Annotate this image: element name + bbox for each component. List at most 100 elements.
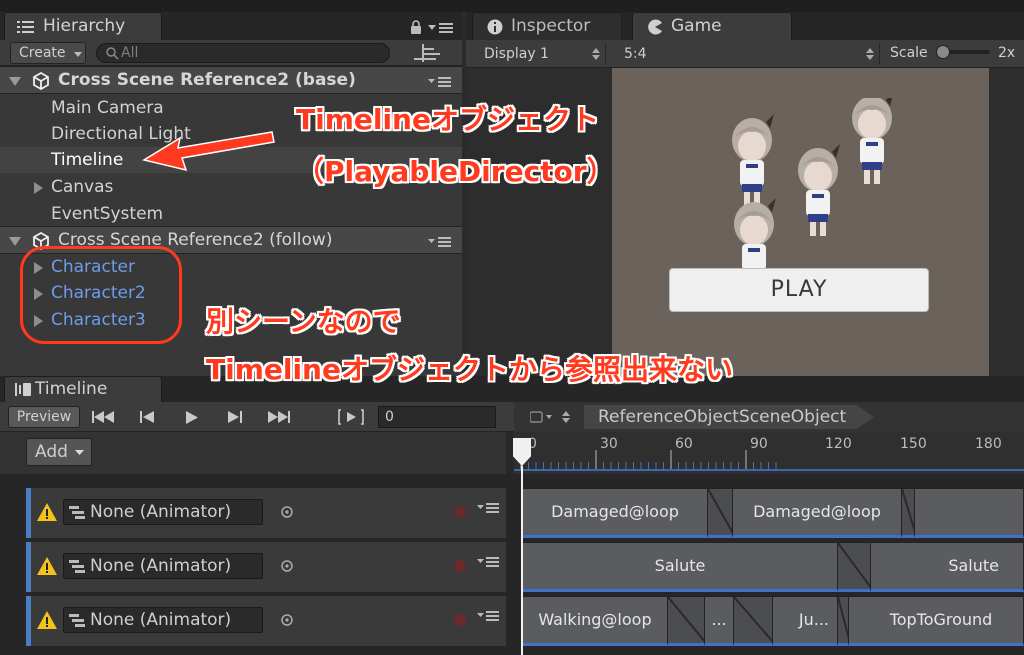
object-picker-icon[interactable] bbox=[280, 613, 294, 627]
object-picker-icon[interactable] bbox=[530, 411, 570, 423]
clip-label: TopToGround bbox=[889, 610, 993, 629]
animator-icon bbox=[69, 506, 85, 520]
tab-timeline-label: Timeline bbox=[35, 379, 108, 399]
scene-menu-icon[interactable] bbox=[428, 76, 452, 88]
binding-label: None (Animator) bbox=[90, 556, 232, 576]
scale-slider[interactable] bbox=[936, 45, 990, 59]
preview-button[interactable]: Preview bbox=[8, 406, 80, 428]
track-menu-icon[interactable] bbox=[477, 502, 499, 514]
animator-binding-field[interactable]: None (Animator) bbox=[63, 607, 263, 633]
record-icon[interactable] bbox=[453, 559, 467, 573]
tab-inspector-label: Inspector bbox=[511, 16, 591, 36]
frame-field[interactable]: 0 bbox=[378, 406, 496, 428]
display-dropdown[interactable]: Display 1 bbox=[474, 43, 606, 65]
play-button[interactable]: PLAY bbox=[669, 268, 929, 312]
play-icon[interactable] bbox=[186, 411, 198, 424]
clip-blend bbox=[707, 488, 733, 538]
scale-label: Scale bbox=[890, 45, 928, 61]
animation-clip[interactable]: ... bbox=[704, 596, 734, 646]
track-menu-icon[interactable] bbox=[477, 610, 499, 622]
search-placeholder: All bbox=[121, 45, 139, 61]
dropdown-arrow-icon bbox=[74, 52, 82, 57]
tab-hierarchy-label: Hierarchy bbox=[43, 16, 126, 36]
binding-label: None (Animator) bbox=[90, 502, 232, 522]
timeline-toolbar: Preview 0 ReferenceObjectSceneObject bbox=[0, 402, 1024, 432]
lock-icon[interactable] bbox=[410, 20, 422, 34]
tab-timeline[interactable]: Timeline bbox=[4, 376, 162, 402]
updown-arrows-icon bbox=[592, 48, 600, 60]
annotation-other-line1: 別シーンなので bbox=[206, 305, 401, 338]
item-label: Timeline bbox=[51, 150, 124, 170]
scene-title-base: Cross Scene Reference2 (base) bbox=[58, 70, 356, 90]
warning-icon bbox=[37, 611, 57, 629]
animation-track[interactable]: None (Animator) bbox=[26, 596, 506, 646]
jump-to-start-icon[interactable] bbox=[92, 411, 114, 423]
annotation-timeline-line1: Timelineオブジェクト bbox=[296, 103, 599, 136]
preview-label: Preview bbox=[16, 409, 72, 425]
animation-track[interactable]: None (Animator) bbox=[26, 488, 506, 538]
updown-arrows-icon bbox=[866, 48, 874, 60]
create-dropdown[interactable]: Create bbox=[10, 42, 86, 64]
game-view[interactable]: PLAY bbox=[612, 68, 989, 376]
animation-clip[interactable]: Walking@loop bbox=[522, 596, 668, 646]
animation-track[interactable]: None (Animator) bbox=[26, 542, 506, 592]
director-breadcrumb[interactable]: ReferenceObjectSceneObject bbox=[584, 405, 874, 429]
animation-clip[interactable]: Salute bbox=[522, 542, 838, 592]
item-label: Canvas bbox=[51, 177, 114, 197]
animator-binding-field[interactable]: None (Animator) bbox=[63, 499, 263, 525]
record-icon[interactable] bbox=[453, 613, 467, 627]
tab-game[interactable]: Game bbox=[632, 12, 792, 40]
next-frame-icon[interactable] bbox=[228, 411, 242, 423]
tab-inspector[interactable]: Inspector bbox=[472, 12, 622, 40]
panel-menu-icon[interactable] bbox=[428, 22, 454, 34]
clip-label: Damaged@loop bbox=[753, 502, 881, 521]
warning-icon bbox=[37, 503, 57, 521]
tab-game-label: Game bbox=[671, 16, 722, 36]
aspect-dropdown[interactable]: 5:4 bbox=[616, 43, 880, 65]
animation-clip[interactable] bbox=[914, 488, 1024, 538]
object-picker-icon[interactable] bbox=[280, 559, 294, 573]
scene-menu-icon[interactable] bbox=[428, 236, 452, 248]
hierarchy-item-event-system[interactable]: EventSystem bbox=[0, 201, 462, 227]
animation-clip[interactable]: Damaged@loop bbox=[522, 488, 708, 538]
animation-clip[interactable]: Salute bbox=[870, 542, 1024, 592]
search-icon bbox=[106, 47, 119, 60]
animation-clip[interactable]: Ju... bbox=[772, 596, 838, 646]
time-ruler[interactable]: 0 30 60 90 120 150 180 bbox=[514, 432, 1024, 474]
clip-label: Salute bbox=[948, 556, 999, 575]
expand-arrow-icon[interactable] bbox=[9, 77, 21, 86]
scene-header-base[interactable]: Cross Scene Reference2 (base) bbox=[0, 66, 462, 94]
previous-frame-icon[interactable] bbox=[140, 411, 154, 423]
animation-clip[interactable]: Damaged@loop bbox=[732, 488, 902, 538]
clip-label: Walking@loop bbox=[538, 610, 652, 629]
ruler-label: 150 bbox=[900, 436, 927, 452]
ruler-label: 60 bbox=[675, 436, 693, 452]
add-track-button[interactable]: Add bbox=[26, 438, 92, 466]
warning-icon bbox=[37, 557, 57, 575]
add-label: Add bbox=[35, 442, 68, 462]
track-menu-icon[interactable] bbox=[477, 556, 499, 568]
play-range-icon[interactable] bbox=[338, 409, 364, 425]
annotation-other-line2: Timelineオブジェクトから参照出来ない bbox=[206, 353, 733, 386]
hierarchy-toolbar: Create All bbox=[0, 40, 462, 66]
expand-arrow-icon[interactable] bbox=[34, 182, 43, 194]
object-picker-icon[interactable] bbox=[280, 505, 294, 519]
expand-arrow-icon[interactable] bbox=[9, 237, 21, 246]
jump-to-end-icon[interactable] bbox=[268, 411, 290, 423]
tab-hierarchy[interactable]: Hierarchy bbox=[4, 12, 162, 40]
hierarchy-search-input[interactable]: All bbox=[96, 43, 390, 63]
scale-slider-thumb[interactable] bbox=[936, 45, 950, 59]
animation-clip[interactable]: TopToGround bbox=[848, 596, 1024, 646]
director-name: ReferenceObjectSceneObject bbox=[598, 407, 847, 427]
ruler-label: 90 bbox=[750, 436, 768, 452]
create-label: Create bbox=[19, 45, 66, 61]
record-icon[interactable] bbox=[453, 505, 467, 519]
dropdown-arrow-icon bbox=[75, 450, 84, 455]
game-tabbar: Inspector Game bbox=[466, 12, 1024, 40]
ruler-label: 120 bbox=[825, 436, 852, 452]
animator-binding-field[interactable]: None (Animator) bbox=[63, 553, 263, 579]
hierarchy-filter-icon[interactable] bbox=[410, 42, 444, 64]
clip-label: Salute bbox=[654, 556, 706, 575]
timeline-panel: Timeline Preview 0 ReferenceObjectSceneO… bbox=[0, 376, 1024, 655]
clip-label: Damaged@loop bbox=[551, 502, 679, 521]
